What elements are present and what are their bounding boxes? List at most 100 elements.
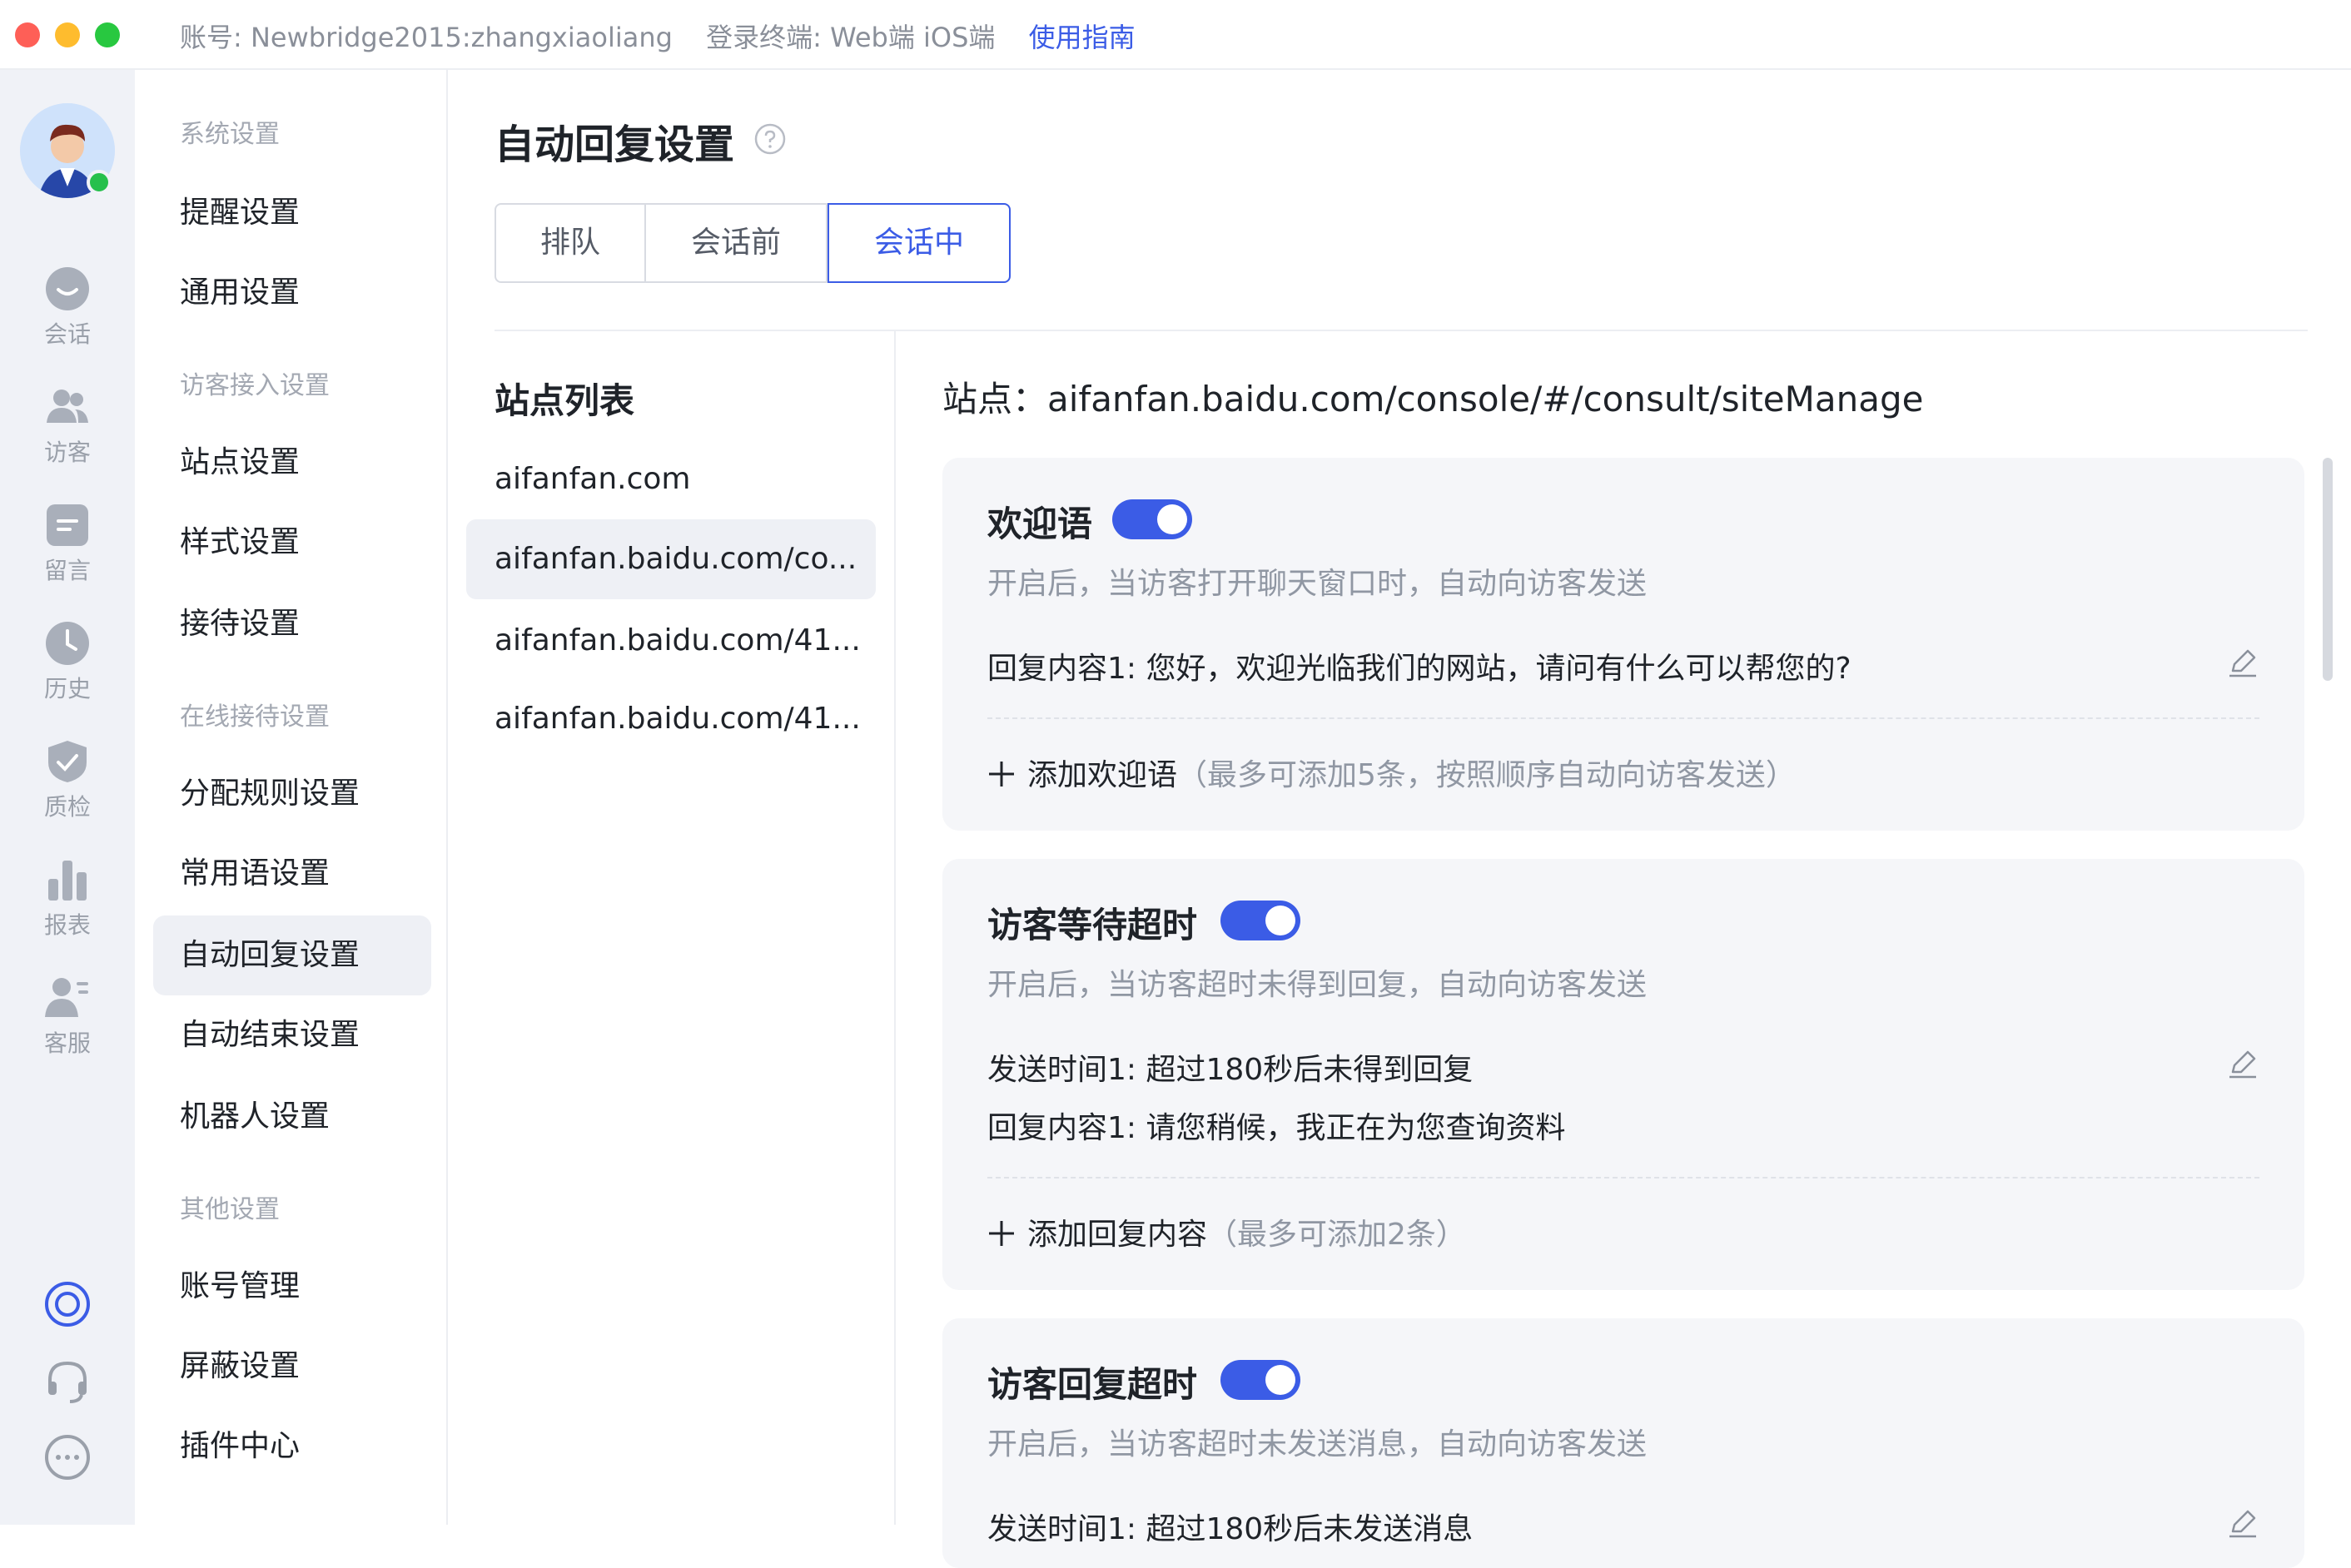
terminal-text: 登录终端: Web端 iOS端 <box>706 22 996 53</box>
menu-item-site[interactable]: 站点设置 <box>153 423 431 503</box>
title-bar: 账号: Newbridge2015:zhangxiaoliang 登录终端: W… <box>0 0 2351 70</box>
more-icon[interactable] <box>43 1433 92 1481</box>
rail-item-agents[interactable]: 客服 <box>0 975 135 1075</box>
reply-value: 您好，欢迎光临我们的网站，请问有什么可以帮您的? <box>1146 652 1851 686</box>
menu-item-assign-rules[interactable]: 分配规则设置 <box>153 754 431 834</box>
visitor-wait-card: 访客等待超时 开启后，当访客超时未得到回复，自动向访客发送 发送时间1: 超过1… <box>942 859 2304 1290</box>
reply-value: 请您稍候，我正在为您查询资料 <box>1146 1111 1566 1145</box>
reply-label: 回复内容1: <box>987 652 1137 686</box>
menu-group-title: 访客接入设置 <box>180 371 330 400</box>
add-label: 添加回复内容 <box>1027 1218 1208 1252</box>
menu-group-title: 其他设置 <box>180 1195 280 1224</box>
menu-item-quick-phrases[interactable]: 常用语设置 <box>153 834 431 914</box>
account-info: 账号: Newbridge2015:zhangxiaoliang 登录终端: W… <box>180 17 1161 55</box>
current-site-label: 站点：aifanfan.baidu.com/console/#/consult/… <box>942 379 1924 419</box>
rail-label: 历史 <box>43 675 91 702</box>
rail-label: 客服 <box>43 1030 91 1057</box>
menu-item-general[interactable]: 通用设置 <box>153 253 431 333</box>
rail-label: 会话 <box>43 320 91 348</box>
visitor-reply-toggle[interactable] <box>1220 1360 1300 1400</box>
card-title: 访客等待超时 <box>987 905 1198 945</box>
rail-item-quality[interactable]: 质检 <box>0 739 135 839</box>
rail-label: 访客 <box>43 439 91 466</box>
scrollbar-thumb[interactable] <box>2323 458 2333 681</box>
menu-item-auto-reply[interactable]: 自动回复设置 <box>153 915 431 995</box>
add-hint: （最多可添加2条） <box>1207 1218 1466 1252</box>
add-welcome-button[interactable]: 添加欢迎语（最多可添加5条，按照顺序自动向访客发送） <box>987 751 1796 794</box>
menu-group-title: 系统设置 <box>180 120 280 149</box>
menu-item-style[interactable]: 样式设置 <box>153 503 431 583</box>
site-list-title: 站点列表 <box>495 380 635 421</box>
menu-item-robot[interactable]: 机器人设置 <box>153 1077 431 1157</box>
site-item[interactable]: aifanfan.baidu.com/41... <box>466 601 876 681</box>
add-label: 添加欢迎语 <box>1027 758 1178 792</box>
tab-in-session[interactable]: 会话中 <box>828 203 1011 283</box>
menu-item-reminder[interactable]: 提醒设置 <box>153 173 431 253</box>
message-note-icon <box>47 504 88 546</box>
menu-item-reception[interactable]: 接待设置 <box>153 584 431 664</box>
maximize-window-button[interactable] <box>95 22 120 47</box>
nav-rail: 会话 访客 留言 历史 质检 报表 客服 <box>0 70 135 1525</box>
visitor-wait-toggle[interactable] <box>1220 901 1300 940</box>
visitor-reply-card: 访客回复超时 开启后，当访客超时未发送消息，自动向访客发送 发送时间1: 超过1… <box>942 1318 2304 1568</box>
tab-queue[interactable]: 排队 <box>495 203 646 283</box>
edit-icon[interactable] <box>2226 1047 2259 1080</box>
online-status-dot <box>87 170 112 195</box>
divider <box>894 330 896 1525</box>
clock-history-icon <box>46 622 89 665</box>
card-description: 开启后，当访客超时未发送消息，自动向访客发送 <box>987 1427 1648 1461</box>
rail-label: 质检 <box>43 793 91 821</box>
segment-tabs: 排队 会话前 会话中 <box>495 203 1011 283</box>
rail-item-chat[interactable]: 会话 <box>0 266 135 366</box>
card-title: 访客回复超时 <box>987 1364 1198 1405</box>
menu-item-account[interactable]: 账号管理 <box>153 1247 431 1327</box>
settings-menu: 系统设置 提醒设置 通用设置 访客接入设置 站点设置 样式设置 接待设置 在线接… <box>135 70 448 1525</box>
help-icon[interactable] <box>754 123 786 155</box>
add-reply-button[interactable]: 添加回复内容（最多可添加2条） <box>987 1210 1466 1253</box>
send-time-label: 发送时间1: <box>987 1512 1137 1546</box>
close-window-button[interactable] <box>15 22 40 47</box>
card-description: 开启后，当访客超时未得到回复，自动向访客发送 <box>987 968 1648 1002</box>
user-guide-link[interactable]: 使用指南 <box>1029 22 1136 53</box>
plus-icon <box>989 1221 1014 1246</box>
rail-item-messages[interactable]: 留言 <box>0 503 135 603</box>
add-hint: （最多可添加5条，按照顺序自动向访客发送） <box>1177 758 1796 792</box>
reply-content-row: 回复内容1: 您好，欢迎光临我们的网站，请问有什么可以帮您的? <box>987 644 1851 687</box>
menu-item-block[interactable]: 屏蔽设置 <box>153 1327 431 1407</box>
dashed-divider <box>987 717 2259 719</box>
rail-item-visitors[interactable]: 访客 <box>0 385 135 484</box>
dashed-divider <box>987 1177 2259 1178</box>
send-time-value: 超过180秒后未发送消息 <box>1146 1512 1474 1546</box>
quality-check-icon <box>48 741 87 782</box>
site-item[interactable]: aifanfan.com <box>466 439 876 519</box>
rail-item-reports[interactable]: 报表 <box>0 857 135 957</box>
send-time-label: 发送时间1: <box>987 1053 1137 1087</box>
minimize-window-button[interactable] <box>55 22 80 47</box>
headset-icon[interactable] <box>43 1357 92 1405</box>
send-time-row: 发送时间1: 超过180秒后未得到回复 <box>987 1045 1473 1089</box>
tab-before-session[interactable]: 会话前 <box>646 203 828 283</box>
divider <box>495 330 2308 331</box>
bar-chart-icon <box>48 861 87 901</box>
target-settings-icon[interactable] <box>43 1280 92 1328</box>
visitors-icon <box>47 390 88 423</box>
site-item-selected[interactable]: aifanfan.baidu.com/co... <box>466 519 876 599</box>
agent-icon <box>45 978 88 1017</box>
plus-icon <box>989 762 1014 786</box>
reply-label: 回复内容1: <box>987 1111 1137 1145</box>
chat-bubble-icon <box>46 267 89 310</box>
rail-item-history[interactable]: 历史 <box>0 621 135 721</box>
menu-item-auto-end[interactable]: 自动结束设置 <box>153 995 431 1075</box>
menu-item-plugins[interactable]: 插件中心 <box>153 1407 431 1486</box>
welcome-toggle[interactable] <box>1112 499 1192 539</box>
welcome-card: 欢迎语 开启后，当访客打开聊天窗口时，自动向访客发送 回复内容1: 您好，欢迎光… <box>942 458 2304 831</box>
reply-content-row: 回复内容1: 请您稍候，我正在为您查询资料 <box>987 1104 1566 1147</box>
rail-label: 留言 <box>43 557 91 584</box>
card-description: 开启后，当访客打开聊天窗口时，自动向访客发送 <box>987 567 1648 601</box>
site-item[interactable]: aifanfan.baidu.com/41... <box>466 679 876 759</box>
send-time-row: 发送时间1: 超过180秒后未发送消息 <box>987 1505 1473 1548</box>
edit-icon[interactable] <box>2226 646 2259 679</box>
edit-icon[interactable] <box>2226 1506 2259 1540</box>
rail-label: 报表 <box>43 911 91 939</box>
card-title: 欢迎语 <box>987 504 1093 544</box>
